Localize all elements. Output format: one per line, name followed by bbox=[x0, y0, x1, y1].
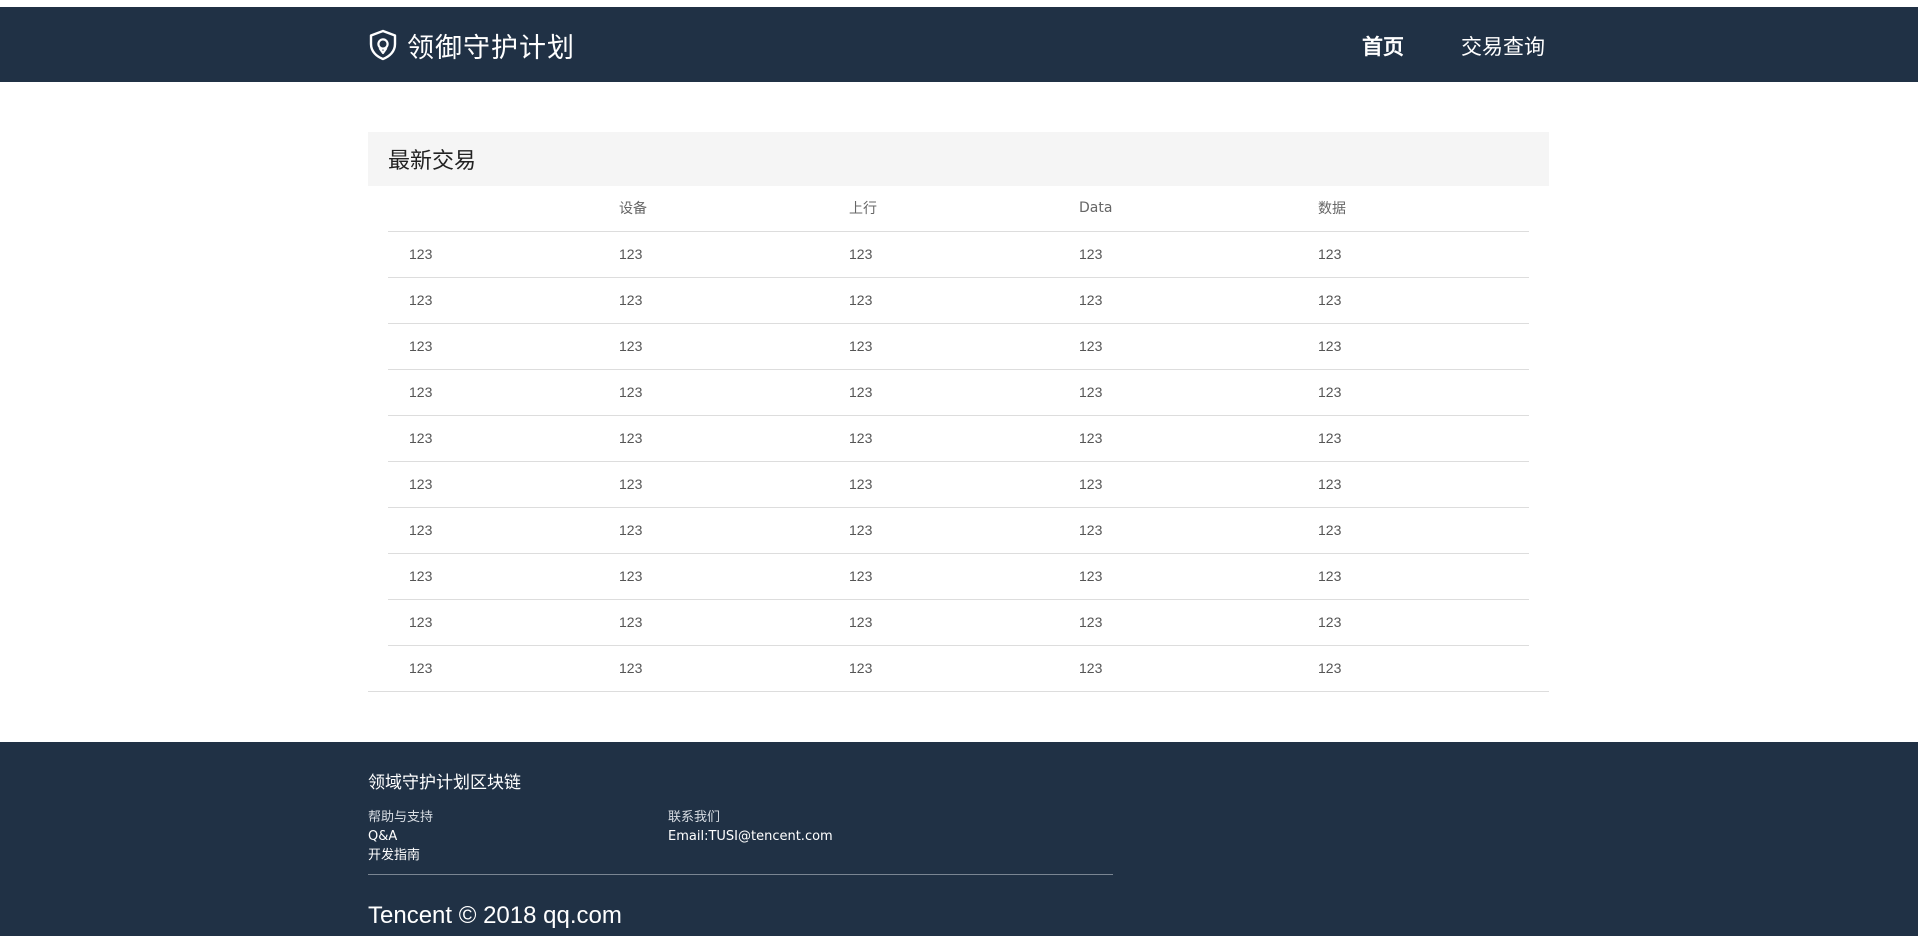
table-cell: 123 bbox=[388, 414, 619, 461]
column-header-data-en: Data bbox=[1079, 186, 1318, 232]
table-cell: 123 bbox=[849, 552, 1079, 599]
table-cell: 123 bbox=[1079, 644, 1318, 691]
table-cell: 123 bbox=[619, 246, 643, 262]
table-row: 123 123 123 123 123 bbox=[388, 322, 1529, 369]
table-cell: 123 bbox=[849, 276, 1079, 323]
table-cell: 123 bbox=[619, 322, 849, 369]
column-header-device: 设备 bbox=[619, 186, 849, 232]
transactions-table: 设备 上行 Data 数据 123 123 123 123 123 123 12… bbox=[388, 186, 1529, 691]
table-row: 123 123 123 123 123 bbox=[388, 414, 1529, 461]
table-row: 123 123 123 123 123 bbox=[388, 231, 1529, 277]
footer-contact-column: 联系我们 Email:TUSI@tencent.com bbox=[668, 808, 833, 846]
footer-link-dev-guide[interactable]: 开发指南 bbox=[368, 846, 433, 865]
footer-help-heading: 帮助与支持 bbox=[368, 810, 434, 825]
column-header-data: 数据 bbox=[1318, 186, 1529, 232]
table-cell: 123 bbox=[619, 460, 849, 507]
table-cell: 123 bbox=[388, 644, 619, 691]
footer-help-column: 帮助与支持 Q&A 开发指南 bbox=[368, 808, 433, 865]
table-cell: 123 bbox=[849, 598, 1079, 645]
table-cell: 123 bbox=[388, 598, 619, 645]
table-cell: 123 bbox=[388, 276, 619, 323]
table-cell: 123 bbox=[1079, 368, 1318, 415]
table-cell: 123 bbox=[849, 644, 1079, 691]
table-cell: 123 bbox=[1079, 414, 1318, 461]
site-footer: 领域守护计划区块链 帮助与支持 Q&A 开发指南 联系我们 Email:TUSI… bbox=[0, 742, 1918, 936]
table-cell: 123 bbox=[388, 368, 619, 415]
table-cell: 123 bbox=[1318, 368, 1529, 415]
table-cell: 123 bbox=[619, 552, 849, 599]
transactions-table-wrap: 设备 上行 Data 数据 123 123 123 123 123 123 12… bbox=[368, 186, 1549, 692]
top-strip bbox=[0, 0, 1918, 7]
table-cell: 123 bbox=[1318, 414, 1529, 461]
table-cell: 123 bbox=[1079, 276, 1318, 323]
column-header bbox=[388, 186, 619, 232]
table-cell: 123 bbox=[1318, 506, 1529, 553]
table-cell: 123 bbox=[619, 644, 849, 691]
table-header-row: 设备 上行 Data 数据 bbox=[388, 186, 1529, 232]
table-cell: 123 bbox=[388, 322, 619, 369]
table-cell: 123 bbox=[619, 368, 849, 415]
table-cell: 123 bbox=[1079, 506, 1318, 553]
table-cell: 123 bbox=[1318, 552, 1529, 599]
table-cell: 123 bbox=[1079, 598, 1318, 645]
footer-email-link[interactable]: Email:TUSI@tencent.com bbox=[668, 827, 833, 846]
table-cell: 123 bbox=[619, 598, 849, 645]
table-cell: 123 bbox=[849, 506, 1079, 553]
footer-copyright: Tencent © 2018 qq.com bbox=[368, 902, 622, 929]
footer-title: 领域守护计划区块链 bbox=[368, 773, 521, 793]
panel-header: 最新交易 bbox=[368, 132, 1549, 186]
nav-home[interactable]: 首页 bbox=[1362, 32, 1404, 62]
table-row: 123 123 123 123 123 bbox=[388, 368, 1529, 415]
table-cell: 123 bbox=[388, 506, 619, 553]
table-cell: 123 bbox=[849, 368, 1079, 415]
latest-transactions-panel: 最新交易 设备 上行 Data 数据 123 123 123 123 123 1… bbox=[368, 132, 1549, 692]
table-cell: 123 bbox=[1079, 246, 1103, 262]
table-cell: 123 bbox=[388, 552, 619, 599]
table-cell: 123 bbox=[1318, 644, 1529, 691]
table-row: 123 123 123 123 123 bbox=[388, 598, 1529, 645]
table-row: 123 123 123 123 123 bbox=[388, 644, 1529, 691]
site-header: 领御守护计划 首页 交易查询 bbox=[0, 7, 1918, 82]
table-cell: 123 bbox=[849, 246, 873, 262]
table-cell: 123 bbox=[619, 414, 849, 461]
table-cell: 123 bbox=[1079, 322, 1318, 369]
table-cell: 123 bbox=[849, 322, 1079, 369]
panel-title: 最新交易 bbox=[388, 149, 477, 174]
table-cell: 123 bbox=[1318, 276, 1529, 323]
table-cell: 123 bbox=[1318, 598, 1529, 645]
table-cell: 123 bbox=[1318, 322, 1529, 369]
table-cell: 123 bbox=[409, 246, 433, 262]
column-header-upstream: 上行 bbox=[849, 186, 1079, 232]
main-nav: 首页 交易查询 bbox=[0, 32, 1918, 62]
table-cell: 123 bbox=[849, 414, 1079, 461]
table-cell: 123 bbox=[388, 460, 619, 507]
table-cell: 123 bbox=[1318, 246, 1342, 262]
table-row: 123 123 123 123 123 bbox=[388, 460, 1529, 507]
table-row: 123 123 123 123 123 bbox=[388, 276, 1529, 323]
table-cell: 123 bbox=[849, 460, 1079, 507]
table-cell: 123 bbox=[619, 506, 849, 553]
table-cell: 123 bbox=[1079, 552, 1318, 599]
table-cell: 123 bbox=[1318, 460, 1529, 507]
table-row: 123 123 123 123 123 bbox=[388, 552, 1529, 599]
table-row: 123 123 123 123 123 bbox=[388, 506, 1529, 553]
table-cell: 123 bbox=[619, 276, 849, 323]
footer-divider bbox=[368, 874, 1113, 875]
nav-transaction-query[interactable]: 交易查询 bbox=[1461, 32, 1545, 62]
footer-contact-heading: 联系我们 bbox=[668, 810, 721, 825]
footer-link-qa[interactable]: Q&A bbox=[368, 827, 433, 846]
table-cell: 123 bbox=[1079, 460, 1318, 507]
